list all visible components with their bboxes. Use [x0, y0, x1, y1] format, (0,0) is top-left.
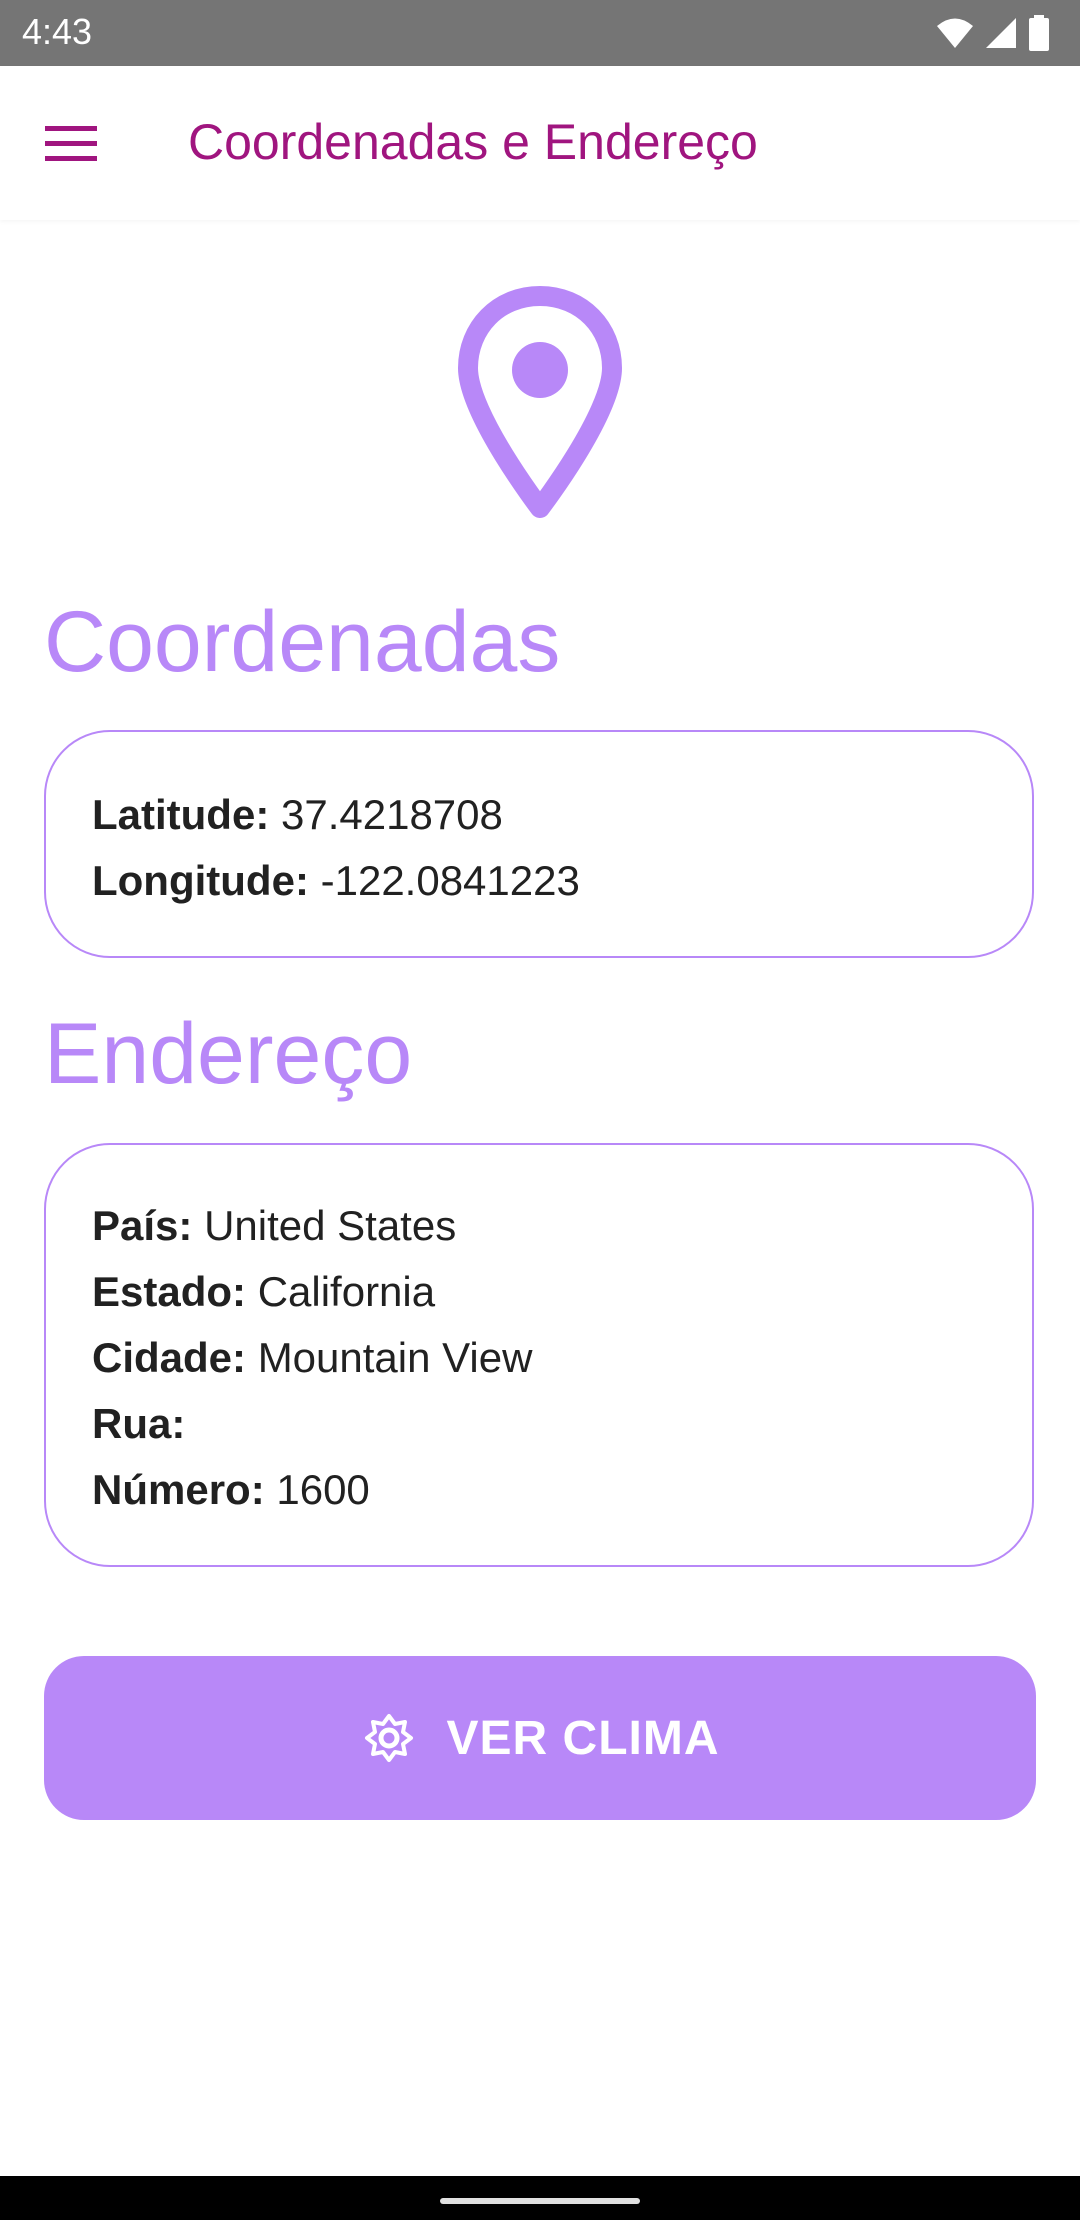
state-row: Estado: California	[92, 1267, 435, 1317]
app-bar: Coordenadas e Endereço	[0, 66, 1080, 220]
city-value: Mountain View	[257, 1334, 533, 1381]
see-weather-button[interactable]: VER CLIMA	[44, 1656, 1036, 1820]
address-card: País: United States Estado: California C…	[44, 1143, 1034, 1567]
state-label: Estado:	[92, 1268, 247, 1315]
country-value: United States	[204, 1202, 457, 1249]
coordinates-card: Latitude: 37.4218708 Longitude: -122.084…	[44, 730, 1034, 958]
battery-icon	[1029, 15, 1049, 51]
see-weather-label: VER CLIMA	[446, 1711, 720, 1765]
coordinates-heading: Coordenadas	[44, 594, 561, 690]
address-heading: Endereço	[44, 1006, 413, 1102]
city-label: Cidade:	[92, 1334, 247, 1381]
navigation-bar	[0, 2176, 1080, 2220]
street-row: Rua:	[92, 1399, 185, 1449]
status-time: 4:43	[22, 11, 93, 52]
latitude-row: Latitude: 37.4218708	[92, 790, 503, 840]
cellular-signal-icon	[986, 18, 1016, 48]
longitude-label: Longitude:	[92, 857, 309, 904]
location-pin-icon	[458, 286, 622, 518]
latitude-label: Latitude:	[92, 791, 270, 838]
country-row: País: United States	[92, 1201, 456, 1251]
city-row: Cidade: Mountain View	[92, 1333, 532, 1383]
screen: 4:43 Coordenadas e Endereço Coordenadas …	[0, 0, 1080, 2220]
status-icons	[936, 14, 1050, 52]
longitude-row: Longitude: -122.0841223	[92, 856, 580, 906]
number-label: Número:	[92, 1466, 265, 1513]
number-value: 1600	[276, 1466, 370, 1513]
state-value: California	[257, 1268, 436, 1315]
number-row: Número: 1600	[92, 1465, 370, 1515]
latitude-value: 37.4218708	[280, 791, 503, 838]
longitude-value: -122.0841223	[320, 857, 580, 904]
menu-button[interactable]	[36, 114, 106, 174]
sun-icon	[364, 1714, 413, 1762]
wifi-icon	[937, 18, 973, 48]
home-gesture-handle[interactable]	[440, 2198, 640, 2204]
app-title: Coordenadas e Endereço	[188, 114, 758, 170]
country-label: País:	[92, 1202, 193, 1249]
hamburger-menu-icon	[45, 126, 97, 161]
status-bar: 4:43	[0, 0, 1080, 66]
street-label: Rua:	[92, 1400, 186, 1447]
